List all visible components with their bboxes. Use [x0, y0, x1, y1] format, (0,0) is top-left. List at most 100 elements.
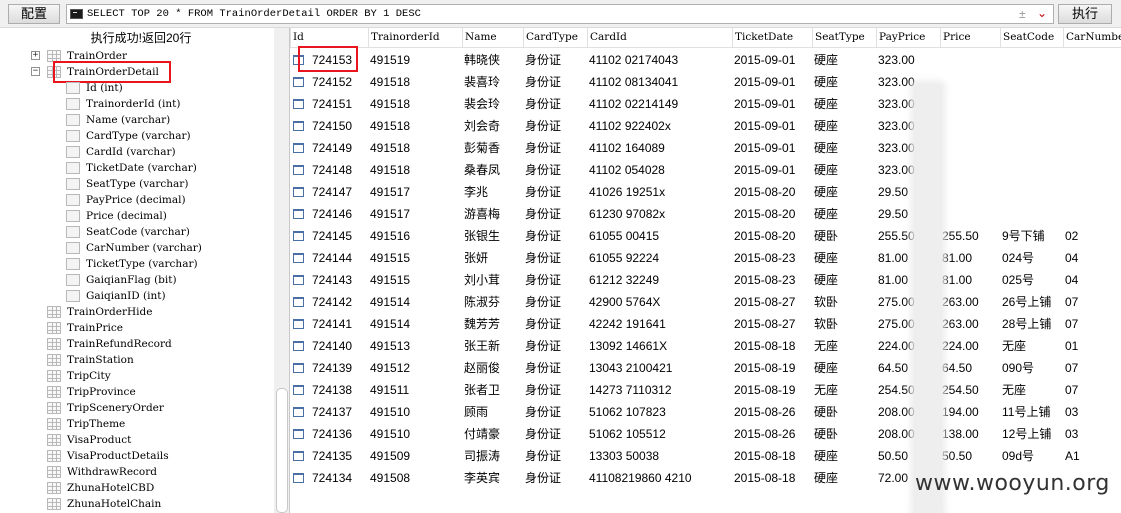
table-cell[interactable]: 硬座: [814, 49, 876, 71]
table-cell[interactable]: 无座: [1002, 335, 1063, 357]
table-cell[interactable]: 2015-09-01: [734, 93, 812, 115]
table-cell[interactable]: 51062 105512: [589, 423, 732, 445]
table-cell[interactable]: 491519: [370, 49, 462, 71]
table-cell[interactable]: 41102 164089: [589, 137, 732, 159]
table-cell[interactable]: 硬座: [814, 357, 876, 379]
table-cell[interactable]: 04: [1065, 247, 1121, 269]
table-cell[interactable]: 裴喜玲: [464, 71, 523, 93]
chevron-down-icon[interactable]: ⌄: [1037, 6, 1047, 20]
table-cell[interactable]: [942, 203, 1000, 225]
table-row[interactable]: 724138 491511 张者卫 身份证 14273 7110312 2015-08-1…: [290, 379, 1121, 401]
table-cell[interactable]: 323.00: [878, 49, 940, 71]
table-cell[interactable]: 07: [1065, 357, 1121, 379]
table-cell[interactable]: 26号上铺: [1002, 291, 1063, 313]
table-cell[interactable]: A1: [1065, 445, 1121, 467]
table-cell[interactable]: 491514: [370, 291, 462, 313]
table-cell[interactable]: 024号: [1002, 247, 1063, 269]
table-cell[interactable]: 身份证: [525, 93, 587, 115]
table-cell[interactable]: 司振涛: [464, 445, 523, 467]
table-cell[interactable]: 491517: [370, 181, 462, 203]
table-cell[interactable]: 07: [1065, 379, 1121, 401]
table-cell[interactable]: 50.50: [942, 445, 1000, 467]
table-cell[interactable]: 724148: [312, 159, 368, 181]
table-cell[interactable]: 42900 5764X: [589, 291, 732, 313]
table-cell[interactable]: 724142: [312, 291, 368, 313]
table-cell[interactable]: 身份证: [525, 445, 587, 467]
table-cell[interactable]: [1065, 115, 1121, 137]
table-cell[interactable]: [1002, 159, 1063, 181]
table-row[interactable]: 724137 491510 顾雨 身份证 51062 107823 2015-08-26 硬…: [290, 401, 1121, 423]
column-header[interactable]: SeatType: [812, 28, 876, 48]
table-cell[interactable]: 13303 50038: [589, 445, 732, 467]
table-cell[interactable]: 2015-08-20: [734, 203, 812, 225]
table-cell[interactable]: 2015-08-18: [734, 467, 812, 489]
table-cell[interactable]: 724145: [312, 225, 368, 247]
table-cell[interactable]: 硬座: [814, 137, 876, 159]
table-cell[interactable]: 无座: [814, 335, 876, 357]
table-cell[interactable]: 张者卫: [464, 379, 523, 401]
table-cell[interactable]: 01: [1065, 335, 1121, 357]
table-cell[interactable]: [1065, 159, 1121, 181]
schema-scrollbar-thumb[interactable]: [276, 388, 288, 513]
table-cell[interactable]: 陈淑芬: [464, 291, 523, 313]
table-cell[interactable]: 491512: [370, 357, 462, 379]
table-cell[interactable]: 裴会玲: [464, 93, 523, 115]
table-cell[interactable]: 81.00: [942, 247, 1000, 269]
table-cell[interactable]: 491514: [370, 313, 462, 335]
table-cell[interactable]: [1065, 203, 1121, 225]
table-cell[interactable]: 游喜梅: [464, 203, 523, 225]
collapse-icon[interactable]: −: [31, 67, 40, 76]
table-row[interactable]: 724151 491518 裴会玲 身份证 41102 02214149 2015-09-…: [290, 93, 1121, 115]
table-cell[interactable]: 491518: [370, 93, 462, 115]
table-cell[interactable]: 2015-09-01: [734, 49, 812, 71]
table-cell[interactable]: 61230 97082x: [589, 203, 732, 225]
table-cell[interactable]: 身份证: [525, 423, 587, 445]
table-cell[interactable]: 090号: [1002, 357, 1063, 379]
table-cell[interactable]: 刘小茸: [464, 269, 523, 291]
table-cell[interactable]: 2015-08-18: [734, 335, 812, 357]
table-cell[interactable]: 41108219860 4210: [589, 467, 732, 489]
table-cell[interactable]: 2015-08-23: [734, 247, 812, 269]
table-cell[interactable]: 2015-09-01: [734, 115, 812, 137]
table-cell[interactable]: 身份证: [525, 379, 587, 401]
expand-icon[interactable]: +: [31, 51, 40, 60]
table-cell[interactable]: 41102 08134041: [589, 71, 732, 93]
table-cell[interactable]: [942, 71, 1000, 93]
table-cell[interactable]: 724139: [312, 357, 368, 379]
table-cell[interactable]: 硬座: [814, 71, 876, 93]
table-cell[interactable]: 身份证: [525, 203, 587, 225]
table-cell[interactable]: [1065, 181, 1121, 203]
table-cell[interactable]: 桑春凤: [464, 159, 523, 181]
table-cell[interactable]: 2015-08-26: [734, 423, 812, 445]
config-button[interactable]: 配置: [8, 4, 60, 24]
table-cell[interactable]: [1002, 93, 1063, 115]
table-cell[interactable]: 07: [1065, 313, 1121, 335]
table-cell[interactable]: 41026 19251x: [589, 181, 732, 203]
table-cell[interactable]: 2015-08-27: [734, 291, 812, 313]
table-cell[interactable]: 61212 32249: [589, 269, 732, 291]
table-cell[interactable]: 724149: [312, 137, 368, 159]
table-cell[interactable]: 硬座: [814, 467, 876, 489]
table-cell[interactable]: 491515: [370, 269, 462, 291]
table-cell[interactable]: 491517: [370, 203, 462, 225]
table-cell[interactable]: 硬座: [814, 159, 876, 181]
table-cell[interactable]: 身份证: [525, 401, 587, 423]
table-cell[interactable]: 02: [1065, 225, 1121, 247]
table-cell[interactable]: 身份证: [525, 357, 587, 379]
table-cell[interactable]: 身份证: [525, 71, 587, 93]
table-cell[interactable]: 81.00: [942, 269, 1000, 291]
table-cell[interactable]: 491513: [370, 335, 462, 357]
table-cell[interactable]: 41102 02214149: [589, 93, 732, 115]
table-cell[interactable]: 身份证: [525, 335, 587, 357]
table-row[interactable]: 724149 491518 彭菊香 身份证 41102 164089 2015-09-01…: [290, 137, 1121, 159]
table-cell[interactable]: 41102 054028: [589, 159, 732, 181]
table-cell[interactable]: [1002, 181, 1063, 203]
table-row[interactable]: 724139 491512 赵丽俊 身份证 13043 2100421 2015-08-1…: [290, 357, 1121, 379]
table-cell[interactable]: 04: [1065, 269, 1121, 291]
table-cell[interactable]: 12号上铺: [1002, 423, 1063, 445]
table-cell[interactable]: 03: [1065, 423, 1121, 445]
table-cell[interactable]: 255.50: [942, 225, 1000, 247]
table-cell[interactable]: [1065, 137, 1121, 159]
table-cell[interactable]: 51062 107823: [589, 401, 732, 423]
table-cell[interactable]: 263.00: [942, 291, 1000, 313]
